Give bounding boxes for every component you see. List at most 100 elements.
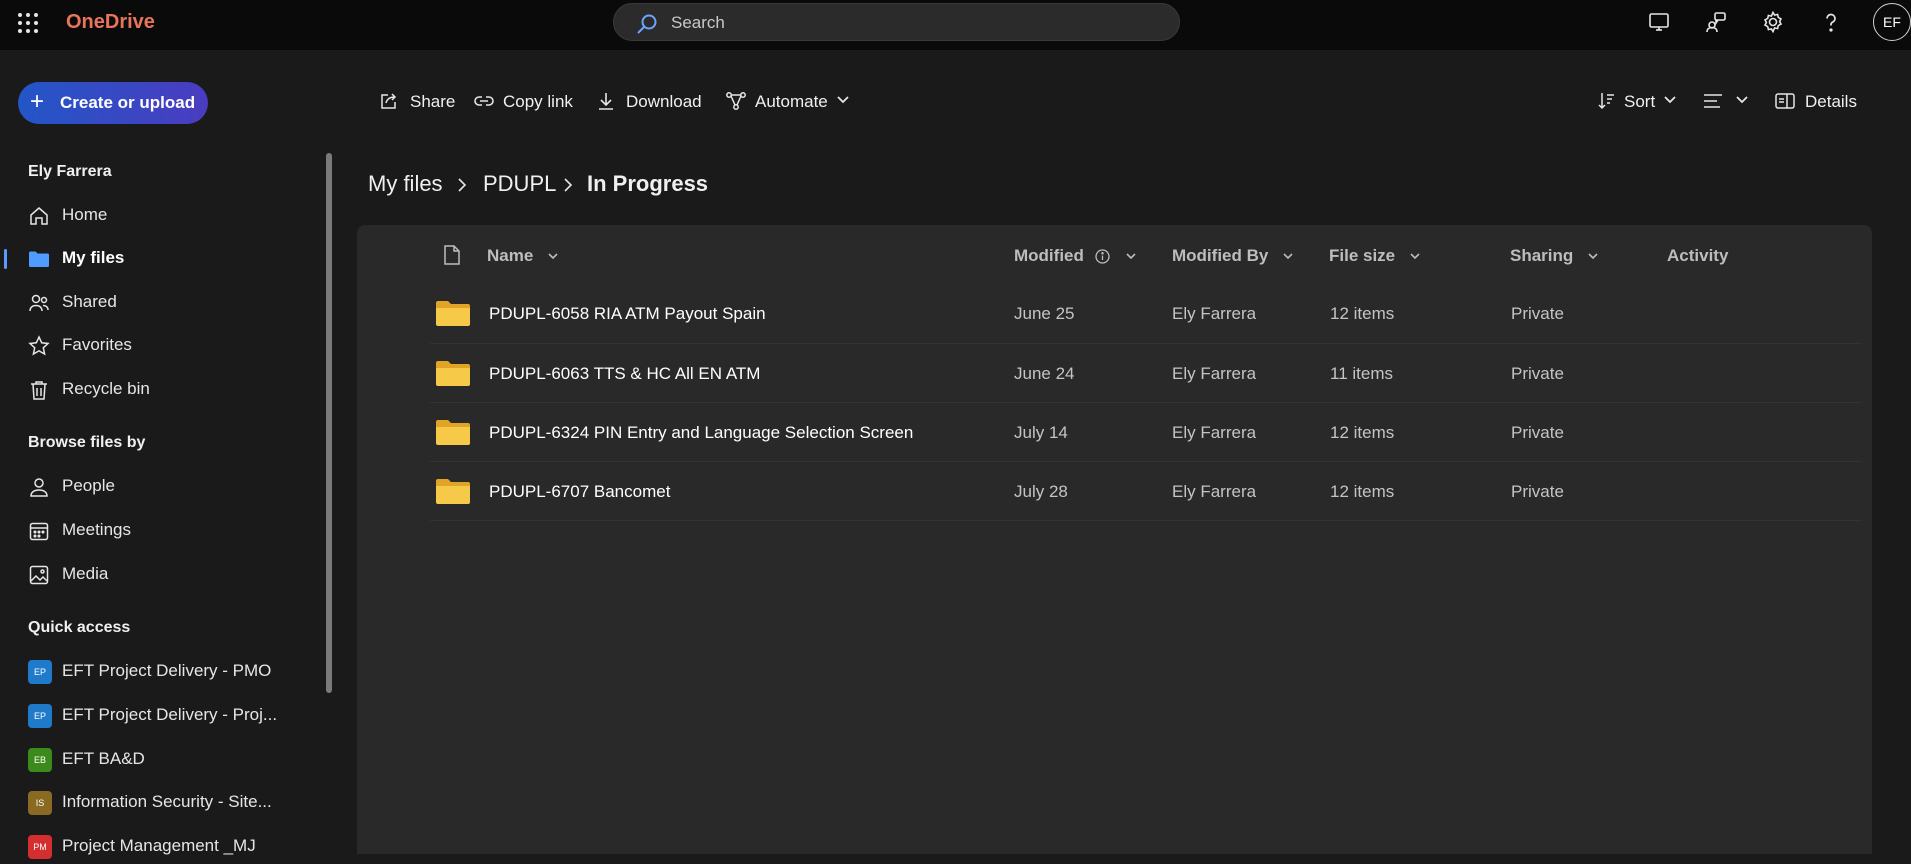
sort-icon [1596, 91, 1616, 111]
chevron-down-icon [548, 253, 558, 260]
breadcrumb-my-files[interactable]: My files [368, 171, 443, 197]
automate-label: Automate [755, 92, 828, 111]
column-header-activity[interactable]: Activity [1667, 246, 1728, 266]
folder-icon [435, 477, 471, 505]
column-header-modified[interactable]: Modified [1014, 246, 1136, 266]
quick-access-item[interactable]: IS Information Security - Site... [0, 784, 320, 820]
search-box[interactable]: Search [613, 3, 1180, 41]
search-placeholder: Search [671, 13, 725, 32]
sort-dropdown[interactable]: Sort [1596, 88, 1678, 116]
modified-by: Ely Farrera [1172, 364, 1257, 383]
file-name[interactable]: PDUPL-6324 PIN Entry and Language Select… [489, 423, 913, 443]
nav-item-label: Media [62, 564, 109, 583]
monitor-icon[interactable] [1647, 10, 1673, 36]
folder-icon [435, 359, 471, 387]
quick-access-heading: Quick access [28, 619, 131, 636]
site-badge: EP [28, 704, 52, 728]
link-icon [473, 91, 495, 111]
view-options-dropdown[interactable] [1702, 88, 1748, 116]
quick-access-item[interactable]: PM Project Management _MJ [0, 828, 320, 864]
plus-icon: + [30, 88, 45, 115]
nav-item-label: My files [62, 248, 125, 267]
nav-item-favorites[interactable]: Favorites [0, 327, 320, 363]
modified-by: Ely Farrera [1172, 482, 1257, 501]
modified-date: June 24 [1014, 364, 1075, 383]
create-or-upload-button[interactable]: + Create or upload [18, 82, 208, 124]
details-button[interactable]: Details [1774, 88, 1864, 116]
trash-icon [28, 379, 50, 401]
column-header-file-size[interactable]: File size [1329, 246, 1420, 266]
nav-item-label: Shared [62, 292, 117, 311]
copy-link-button[interactable]: Copy link [473, 88, 577, 116]
quick-access-item[interactable]: EB EFT BA&D [0, 741, 320, 777]
app-launcher-icon[interactable] [16, 11, 40, 35]
app-title[interactable]: OneDrive [66, 11, 155, 34]
list-view-icon [1702, 91, 1724, 111]
nav-item-people[interactable]: People [0, 468, 320, 504]
chevron-down-icon [1126, 253, 1136, 260]
modified-date: July 28 [1014, 482, 1068, 501]
settings-gear-icon[interactable] [1761, 10, 1787, 36]
share-icon [378, 91, 398, 111]
sidebar-scrollbar[interactable] [326, 153, 332, 693]
download-button[interactable]: Download [596, 88, 704, 116]
browse-files-heading: Browse files by [28, 434, 146, 451]
nav-item-recycle-bin[interactable]: Recycle bin [0, 371, 320, 407]
table-row[interactable]: PDUPL-6058 RIA ATM Payout Spain June 25 … [430, 285, 1862, 344]
download-icon [596, 91, 616, 111]
nav-item-shared[interactable]: Shared [0, 284, 320, 320]
sharing-status: Private [1511, 482, 1564, 501]
breadcrumb-pdupl[interactable]: PDUPL [483, 171, 556, 197]
site-badge: EB [28, 748, 52, 772]
nav-item-meetings[interactable]: Meetings [0, 512, 320, 548]
column-header-name[interactable]: Name [487, 246, 558, 266]
chevron-right-icon [563, 177, 573, 193]
sharing-status: Private [1511, 423, 1564, 442]
info-icon [1094, 249, 1110, 264]
quick-access-label: EFT BA&D [62, 749, 145, 768]
search-icon [636, 13, 658, 35]
column-header-label: File size [1329, 246, 1396, 265]
nav-item-label: People [62, 476, 115, 495]
table-row[interactable]: PDUPL-6707 Bancomet July 28 Ely Farrera … [430, 462, 1862, 521]
quick-access-item[interactable]: EP EFT Project Delivery - PMO [0, 653, 320, 689]
avatar[interactable]: EF [1873, 3, 1911, 41]
nav-item-label: Meetings [62, 520, 131, 539]
quick-access-item[interactable]: EP EFT Project Delivery - Proj... [0, 697, 320, 733]
quick-access-label: EFT Project Delivery - Proj... [62, 705, 278, 724]
file-size: 12 items [1330, 482, 1395, 501]
details-label: Details [1805, 92, 1857, 111]
file-name[interactable]: PDUPL-6058 RIA ATM Payout Spain [489, 304, 766, 324]
quick-access-label: Project Management _MJ [62, 836, 256, 855]
file-name[interactable]: PDUPL-6707 Bancomet [489, 482, 670, 502]
person-icon [28, 476, 50, 498]
chevron-right-icon [457, 177, 467, 193]
image-icon [28, 564, 50, 586]
nav-item-my-files[interactable]: My files [0, 240, 320, 276]
folder-icon [28, 248, 50, 270]
help-icon[interactable] [1819, 10, 1845, 36]
column-header-modified-by[interactable]: Modified By [1172, 246, 1293, 266]
sharing-status: Private [1511, 304, 1564, 323]
file-name[interactable]: PDUPL-6063 TTS & HC All EN ATM [489, 364, 760, 384]
copy-link-label: Copy link [503, 92, 573, 111]
table-row[interactable]: PDUPL-6324 PIN Entry and Language Select… [430, 403, 1862, 462]
column-header-label: Sharing [1510, 246, 1574, 265]
nav-item-home[interactable]: Home [0, 197, 320, 233]
share-button[interactable]: Share [378, 88, 455, 116]
modified-date: June 25 [1014, 304, 1075, 323]
top-bar: OneDrive Search EF [0, 0, 1911, 50]
file-size: 12 items [1330, 423, 1395, 442]
file-type-icon[interactable] [443, 244, 461, 266]
column-header-label: Name [487, 246, 534, 265]
nav-item-media[interactable]: Media [0, 556, 320, 592]
home-icon [28, 205, 50, 227]
table-row[interactable]: PDUPL-6063 TTS & HC All EN ATM June 24 E… [430, 344, 1862, 403]
automate-dropdown[interactable]: Automate [725, 88, 853, 116]
file-size: 12 items [1330, 304, 1395, 323]
column-header-sharing[interactable]: Sharing [1510, 246, 1598, 266]
chevron-down-icon [1283, 253, 1293, 260]
share-people-icon[interactable] [1704, 10, 1730, 36]
download-label: Download [626, 92, 702, 111]
nav-item-label: Home [62, 205, 108, 224]
